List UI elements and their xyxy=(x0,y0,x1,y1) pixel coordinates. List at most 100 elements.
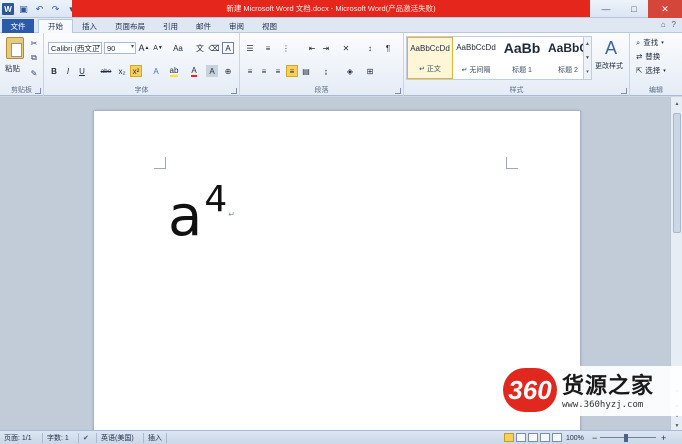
font-launcher-icon[interactable] xyxy=(231,88,237,94)
line-spacing-icon[interactable]: ↨ xyxy=(320,65,332,77)
font-color-button[interactable]: A xyxy=(188,65,200,77)
paste-icon[interactable] xyxy=(6,37,24,59)
bold-button[interactable]: B xyxy=(48,65,60,77)
style-item-normal[interactable]: AaBbCcDd ↵ 正文 xyxy=(407,37,453,79)
format-painter-icon[interactable]: ✎ xyxy=(29,68,39,78)
site-watermark: 360 货源之家 www.360hyzj.com xyxy=(500,366,682,416)
distributed-icon[interactable]: ▤ xyxy=(300,65,312,77)
zoom-out-button[interactable]: − xyxy=(592,431,597,444)
justify-icon[interactable]: ≡ xyxy=(286,65,298,77)
print-layout-view-button[interactable] xyxy=(504,433,514,442)
tab-review[interactable]: 审阅 xyxy=(220,19,253,33)
change-styles-icon[interactable]: A xyxy=(598,37,624,59)
word-app-icon[interactable]: W xyxy=(2,3,14,15)
find-button[interactable]: ⌕ 查找 ▾ xyxy=(636,37,664,48)
tab-mailings[interactable]: 邮件 xyxy=(187,19,220,33)
char-shading-icon[interactable]: A xyxy=(206,65,218,77)
tab-view[interactable]: 视图 xyxy=(253,19,286,33)
scrollbar-thumb[interactable] xyxy=(673,113,681,233)
subscript-button[interactable]: x₂ xyxy=(116,65,128,77)
status-language[interactable]: 英语(美国) xyxy=(101,431,134,444)
zoom-slider-thumb[interactable] xyxy=(624,434,628,442)
shrink-font-button[interactable]: A ▼ xyxy=(152,42,164,54)
strikethrough-button[interactable]: abe xyxy=(98,65,114,77)
styles-launcher-icon[interactable] xyxy=(621,88,627,94)
align-right-icon[interactable]: ≡ xyxy=(272,65,284,77)
show-marks-icon[interactable]: ¶ xyxy=(382,42,394,54)
paragraph-group-label: 段落 xyxy=(314,87,329,94)
minimize-button[interactable]: — xyxy=(592,0,620,18)
numbering-icon[interactable]: ≡ xyxy=(262,42,274,54)
ribbon-minimize-icon[interactable]: ⌂ xyxy=(661,20,666,29)
zoom-slider[interactable] xyxy=(600,437,656,438)
document-text[interactable]: a4↵ xyxy=(168,182,235,245)
more-icon[interactable]: ▾ xyxy=(586,69,589,75)
undo-icon[interactable]: ↶ xyxy=(33,3,46,16)
web-layout-view-button[interactable] xyxy=(528,433,538,442)
tab-insert[interactable]: 插入 xyxy=(73,19,106,33)
outline-view-button[interactable] xyxy=(540,433,550,442)
highlight-color-icon[interactable]: ab xyxy=(168,65,180,77)
replace-button[interactable]: ⇄ 替换 xyxy=(636,51,660,62)
tab-file[interactable]: 文件 xyxy=(2,19,34,33)
status-page[interactable]: 页面: 1/1 xyxy=(4,431,32,444)
tab-page-layout[interactable]: 页面布局 xyxy=(106,19,154,33)
tab-home[interactable]: 开始 xyxy=(38,19,73,33)
chevron-down-icon: ▾ xyxy=(663,67,666,74)
help-icon[interactable]: ? xyxy=(672,20,676,29)
proofing-icon[interactable]: ✔ xyxy=(83,431,89,444)
tab-references[interactable]: 引用 xyxy=(154,19,187,33)
clipboard-launcher-icon[interactable] xyxy=(35,88,41,94)
maximize-button[interactable]: □ xyxy=(620,0,648,18)
bullets-icon[interactable]: ☰ xyxy=(244,42,256,54)
chevron-down-icon[interactable]: ▼ xyxy=(585,55,590,61)
style-gallery-scroll[interactable]: ▲ ▼ ▾ xyxy=(583,37,591,79)
paste-button[interactable]: 粘贴 xyxy=(5,63,20,74)
align-left-icon[interactable]: ≡ xyxy=(244,65,256,77)
save-icon[interactable]: ▣ xyxy=(17,3,30,16)
enclose-char-icon[interactable]: ⊕ xyxy=(222,65,234,77)
status-word-count[interactable]: 字数: 1 xyxy=(47,431,69,444)
zoom-level[interactable]: 100% xyxy=(566,431,584,444)
copy-icon[interactable]: ⧉ xyxy=(29,53,39,63)
char-border-button[interactable]: A xyxy=(222,42,234,54)
style-item-no-spacing[interactable]: AaBbCcDd ↵ 无间隔 xyxy=(453,37,499,79)
align-center-icon[interactable]: ≡ xyxy=(258,65,270,77)
margin-corner-top-left xyxy=(154,157,166,169)
change-case-button[interactable]: Aa xyxy=(170,42,186,54)
draft-view-button[interactable] xyxy=(552,433,562,442)
italic-button[interactable]: I xyxy=(62,65,74,77)
chevron-up-icon[interactable]: ▲ xyxy=(585,41,590,47)
font-name-select[interactable]: Calibri (西文正 ▾ xyxy=(48,42,102,54)
scroll-up-icon[interactable]: ▲ xyxy=(671,99,682,109)
borders-icon[interactable]: ⊞ xyxy=(364,65,376,77)
status-insert-mode[interactable]: 插入 xyxy=(148,431,162,444)
full-screen-view-button[interactable] xyxy=(516,433,526,442)
ribbon: 粘贴 ✂ ⧉ ✎ 剪贴板 Calibri (西文正 ▾ 90 ▾ A ▲ A ▼ A… xyxy=(0,33,682,96)
grow-font-button[interactable]: A ▲ xyxy=(138,42,150,54)
phonetic-guide-icon[interactable]: 文 xyxy=(194,42,206,54)
style-item-heading-1[interactable]: AaBb 标题 1 xyxy=(499,37,545,79)
select-button[interactable]: ⇱ 选择 ▾ xyxy=(636,65,666,76)
superscript-button[interactable]: x² xyxy=(130,65,142,77)
sort-icon[interactable]: ↕ xyxy=(364,42,376,54)
change-styles-button[interactable]: 更改样式 xyxy=(595,61,623,71)
cut-icon[interactable]: ✂ xyxy=(29,38,39,48)
window-controls: — □ ✕ xyxy=(592,0,682,18)
decrease-indent-icon[interactable]: ⇤ xyxy=(306,42,318,54)
select-icon: ⇱ xyxy=(636,66,643,75)
increase-indent-icon[interactable]: ⇥ xyxy=(320,42,332,54)
clear-format-icon[interactable]: ⌫ xyxy=(208,42,220,54)
underline-button[interactable]: U xyxy=(76,65,88,77)
shading-icon[interactable]: ◈ xyxy=(344,65,356,77)
asian-layout-icon[interactable]: ✕ xyxy=(340,42,352,54)
editing-group: ⌕ 查找 ▾ ⇄ 替换 ⇱ 选择 ▾ 编辑 xyxy=(630,33,682,96)
text-effects-icon[interactable]: A xyxy=(150,65,162,77)
paragraph-launcher-icon[interactable] xyxy=(395,88,401,94)
font-size-select[interactable]: 90 ▾ xyxy=(104,42,136,54)
redo-icon[interactable]: ↷ xyxy=(49,3,62,16)
multilevel-list-icon[interactable]: ⋮ xyxy=(280,42,292,54)
close-button[interactable]: ✕ xyxy=(648,0,682,18)
zoom-in-button[interactable]: + xyxy=(661,431,666,444)
replace-icon: ⇄ xyxy=(636,52,643,61)
